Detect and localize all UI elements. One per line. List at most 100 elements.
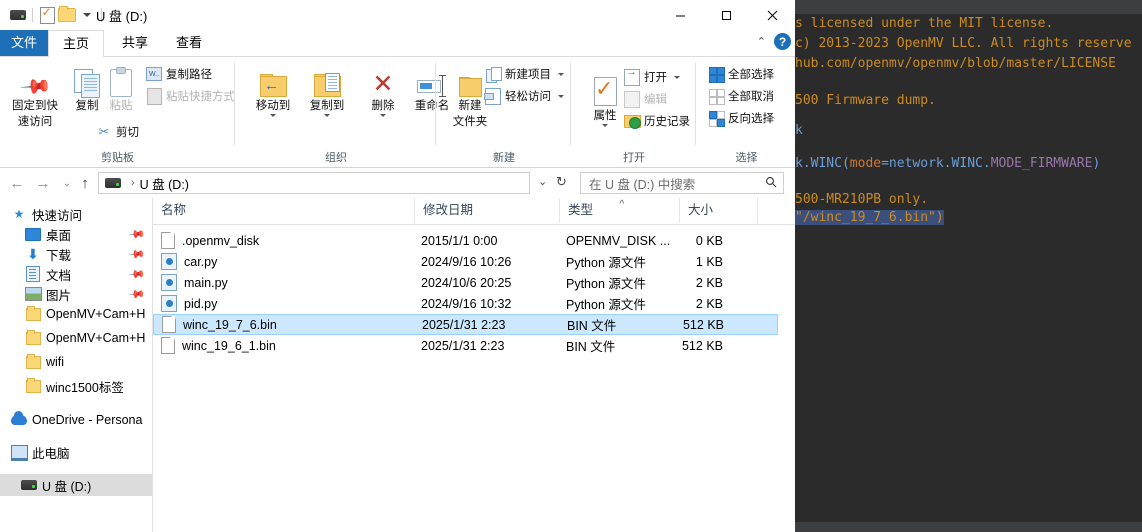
copy-path-icon: W.. (146, 66, 162, 82)
selected-text[interactable]: "/winc_19_7_6.bin") (795, 210, 944, 225)
table-row[interactable]: .openmv_disk 2015/1/1 0:00 OPENMV_DISK .… (153, 230, 795, 251)
sidebar-item-openmv-cam-2[interactable]: OpenMV+Cam+H (0, 328, 152, 348)
pin-icon[interactable]: 📌 (128, 285, 147, 303)
close-button[interactable] (749, 0, 795, 30)
collapse-ribbon-icon[interactable]: ⌃ (757, 35, 766, 48)
python-file-icon (161, 295, 177, 312)
select-all-icon (708, 66, 725, 83)
pin-icon[interactable]: 📌 (128, 245, 147, 263)
copy-to-caret-icon[interactable] (324, 114, 330, 117)
console-seg: mode (849, 156, 882, 171)
sidebar-item-desktop[interactable]: 桌面 📌 (0, 224, 152, 244)
delete-caret-icon[interactable] (380, 114, 386, 117)
easy-access-caret-icon[interactable] (558, 94, 564, 98)
file-type-cell: Python 源文件 (566, 256, 646, 270)
sidebar-item-this-pc[interactable]: 此电脑 (0, 442, 152, 462)
open-button[interactable]: 打开 (624, 66, 680, 86)
tab-share[interactable]: 共享 (108, 30, 162, 56)
edit-button[interactable]: 编辑 (624, 90, 667, 108)
easy-access-button[interactable]: 轻松访问 (484, 87, 564, 105)
properties-icon[interactable] (37, 5, 57, 25)
sidebar-item-u-disk[interactable]: U 盘 (D:) (0, 474, 152, 496)
drive-icon (20, 480, 38, 490)
table-row[interactable]: car.py 2024/9/16 10:26 Python 源文件 1 KB (153, 251, 795, 272)
drive-icon (105, 178, 121, 188)
history-button[interactable]: 历史记录 (624, 112, 690, 130)
file-type-cell: Python 源文件 (566, 298, 646, 312)
file-name-cell: winc_19_6_1.bin (161, 337, 276, 354)
address-input[interactable]: › U 盘 (D:) (98, 172, 530, 194)
console-line: hub.com/openmv/openmv/blob/master/LICENS… (795, 56, 1116, 71)
documents-icon (24, 266, 42, 282)
sidebar-item-label: 文档 (46, 268, 72, 283)
sidebar-item-onedrive[interactable]: OneDrive - Persona (0, 410, 152, 430)
pin-icon[interactable]: 📌 (128, 225, 147, 243)
sidebar-item-openmv-cam-1[interactable]: OpenMV+Cam+H (0, 304, 152, 324)
table-row[interactable]: pid.py 2024/9/16 10:32 Python 源文件 2 KB (153, 293, 795, 314)
console-line: k.WINC(mode=network.WINC.MODE_FIRMWARE) (795, 156, 1100, 171)
move-to-caret-icon[interactable] (270, 114, 276, 117)
move-to-button[interactable]: ← 移动到 (242, 61, 304, 117)
copy-path-button[interactable]: W.. 复制路径 (146, 65, 212, 83)
table-row[interactable]: winc_19_7_6.bin 2025/1/31 2:23 BIN 文件 51… (153, 314, 778, 335)
column-header-date[interactable]: 修改日期 (415, 198, 560, 223)
select-all-button[interactable]: 全部选择 (708, 65, 774, 83)
sidebar-item-label: 快速访问 (32, 208, 83, 223)
search-input[interactable]: 在 U 盘 (D:) 中搜索 (581, 174, 759, 193)
column-header-size[interactable]: 大小 (680, 198, 758, 223)
file-date-cell: 2024/9/16 10:32 (421, 296, 512, 311)
back-button[interactable]: ← (6, 173, 28, 193)
folder-icon[interactable] (57, 5, 77, 25)
column-header-extra[interactable] (758, 198, 795, 223)
file-name-cell: car.py (161, 253, 217, 270)
file-list-pane[interactable]: 名称 修改日期 类型 ^ 大小 .openmv_disk 2015/1/1 0:… (153, 198, 795, 532)
column-header-type[interactable]: 类型 ^ (560, 198, 680, 223)
group-title-clipboard: 剪贴板 (101, 152, 134, 164)
console-line-selected[interactable]: "/winc_19_7_6.bin") (795, 210, 944, 225)
tab-home[interactable]: 主页 (48, 30, 104, 57)
breadcrumb[interactable]: U 盘 (D:) (140, 174, 189, 193)
console-horizontal-scrollbar[interactable] (795, 522, 1142, 532)
maximize-button[interactable] (703, 0, 749, 30)
tab-file[interactable]: 文件 (0, 30, 48, 56)
sidebar-item-downloads[interactable]: ⬇ 下载 📌 (0, 244, 152, 264)
sort-ascending-icon: ^ (619, 199, 625, 210)
new-item-caret-icon[interactable] (558, 72, 564, 76)
pin-label-2: 速访问 (17, 116, 53, 128)
refresh-icon[interactable]: ↻ (556, 174, 567, 190)
column-header-name[interactable]: 名称 (153, 198, 415, 223)
forward-button[interactable]: → (32, 173, 54, 193)
navigation-pane[interactable]: ★ 快速访问 桌面 📌 ⬇ 下载 📌 文档 📌 图片 📌 OpenMV+Cam+… (0, 198, 153, 532)
invert-selection-button[interactable]: 反向选择 (708, 109, 774, 127)
search-box[interactable]: 在 U 盘 (D:) 中搜索 (580, 172, 784, 194)
copy-to-label: 复制到 (309, 100, 345, 112)
paste-shortcut-button[interactable]: 粘贴快捷方式 (146, 87, 235, 105)
minimize-button[interactable] (657, 0, 703, 30)
openmv-ide-console[interactable]: s licensed under the MIT license. c) 201… (795, 0, 1142, 532)
help-icon[interactable]: ? (774, 33, 791, 50)
sidebar-item-quick-access[interactable]: ★ 快速访问 (0, 204, 152, 224)
sidebar-item-wifi[interactable]: wifi (0, 352, 152, 372)
sidebar-item-winc1500[interactable]: winc1500标签 (0, 376, 152, 396)
sidebar-item-label: U 盘 (D:) (42, 479, 92, 494)
select-none-button[interactable]: 全部取消 (708, 87, 774, 105)
file-name-cell: main.py (161, 274, 228, 291)
table-row[interactable]: winc_19_6_1.bin 2025/1/31 2:23 BIN 文件 51… (153, 335, 795, 356)
table-row[interactable]: main.py 2024/10/6 20:25 Python 源文件 2 KB (153, 272, 795, 293)
properties-caret-icon[interactable] (602, 124, 608, 127)
move-to-icon: ← (242, 61, 304, 97)
up-button[interactable]: ↑ (74, 173, 96, 193)
open-caret-icon[interactable] (674, 75, 680, 79)
tab-view[interactable]: 查看 (162, 30, 216, 56)
sidebar-item-pictures[interactable]: 图片 📌 (0, 284, 152, 304)
new-item-button[interactable]: 新建项目 (485, 65, 564, 83)
pin-icon[interactable]: 📌 (128, 265, 147, 283)
copy-to-button[interactable]: 复制到 (296, 61, 358, 117)
sidebar-item-documents[interactable]: 文档 📌 (0, 264, 152, 284)
cut-button[interactable]: ✂ 剪切 (96, 123, 139, 141)
console-top-strip (795, 0, 1142, 14)
paste-button[interactable]: 粘贴 (90, 61, 152, 113)
address-dropdown-icon[interactable]: ⌄ (538, 175, 547, 188)
chevron-down-icon[interactable] (77, 5, 97, 25)
ribbon-tabs: 文件 主页 共享 查看 ⌃ ? (0, 30, 795, 57)
